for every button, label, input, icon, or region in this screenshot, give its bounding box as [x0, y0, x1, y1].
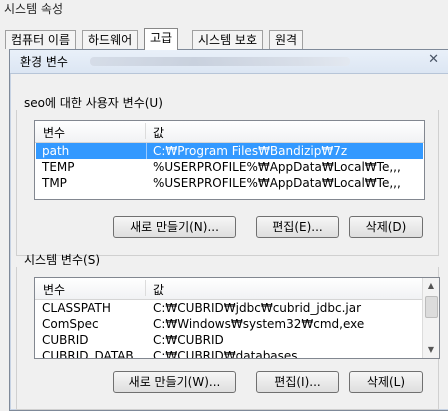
- dialog-title: 환경 변수: [20, 55, 68, 69]
- window-title: 시스템 속성: [4, 2, 64, 16]
- close-icon[interactable]: ✕: [428, 52, 439, 67]
- variable-name: TMP: [42, 176, 67, 190]
- blurred-text: [90, 57, 350, 66]
- variable-value: C:₩Program Files₩Bandizip₩7z: [153, 144, 348, 158]
- column-separator[interactable]: [145, 280, 146, 296]
- list-header: 변수 값: [35, 121, 424, 143]
- tab-computer-name[interactable]: 컴퓨터 이름: [5, 30, 77, 49]
- system-new-button[interactable]: 새로 만들기(W)...: [113, 371, 236, 393]
- tab-hardware[interactable]: 하드웨어: [82, 30, 139, 49]
- variable-value: C:₩CUBRID₩databases: [153, 349, 298, 359]
- variable-name: CUBRID_DATAB: [42, 349, 134, 359]
- list-header: 변수 값: [35, 278, 423, 300]
- table-row-comspec[interactable]: ComSpec C:₩Windows₩system32₩cmd,exe: [36, 316, 421, 332]
- row-separator: [146, 143, 147, 159]
- variable-value: C:₩CUBRID: [153, 333, 224, 347]
- tab-system-protection[interactable]: 시스템 보호: [192, 30, 264, 49]
- dialog-titlebar[interactable]: 환경 변수 ✕: [10, 50, 448, 74]
- user-new-button[interactable]: 새로 만들기(N)...: [113, 216, 236, 238]
- variable-value: %USERPROFILE%₩AppData₩Local₩Te,,,: [153, 160, 401, 174]
- scroll-up-icon[interactable]: ▲: [423, 278, 439, 294]
- list-scrollbar[interactable]: ▲ ▼: [422, 278, 439, 358]
- variable-name: TEMP: [42, 160, 75, 174]
- variable-name: CUBRID: [42, 333, 89, 347]
- column-header-name[interactable]: 변수: [43, 124, 65, 141]
- table-row-classpath[interactable]: CLASSPATH C:₩CUBRID₩jdbc₩cubrid_jdbc.jar: [36, 300, 421, 316]
- tab-advanced[interactable]: 고급: [144, 28, 179, 50]
- variable-name: path: [42, 144, 70, 158]
- table-row-tmp[interactable]: TMP %USERPROFILE%₩AppData₩Local₩Te,,,: [36, 175, 423, 191]
- user-variables-list[interactable]: 변수 값 path C:₩Program Files₩Bandizip₩7z T…: [34, 120, 425, 200]
- scroll-down-icon[interactable]: ▼: [423, 342, 439, 358]
- column-separator[interactable]: [145, 123, 146, 139]
- table-row-cubrid[interactable]: CUBRID C:₩CUBRID: [36, 332, 421, 348]
- system-variables-label: 시스템 변수(S): [24, 253, 100, 267]
- column-header-value[interactable]: 값: [153, 124, 164, 141]
- user-variables-label: seo에 대한 사용자 변수(U): [24, 96, 163, 110]
- scroll-thumb[interactable]: [425, 296, 438, 318]
- system-edit-button[interactable]: 편집(I)...: [256, 371, 339, 393]
- system-variables-list[interactable]: 변수 값 CLASSPATH C:₩CUBRID₩jdbc₩cubrid_jdb…: [34, 277, 440, 359]
- column-header-value[interactable]: 값: [153, 281, 164, 298]
- table-row-path[interactable]: path C:₩Program Files₩Bandizip₩7z: [36, 143, 423, 159]
- table-row-cubrid-databases[interactable]: CUBRID_DATAB C:₩CUBRID₩databases: [36, 348, 421, 359]
- user-edit-button[interactable]: 편집(E)...: [256, 216, 339, 238]
- variable-value: C:₩CUBRID₩jdbc₩cubrid_jdbc.jar: [153, 301, 362, 315]
- variable-value: C:₩Windows₩system32₩cmd,exe: [153, 317, 365, 331]
- column-header-name[interactable]: 변수: [43, 281, 65, 298]
- table-row-temp[interactable]: TEMP %USERPROFILE%₩AppData₩Local₩Te,,,: [36, 159, 423, 175]
- user-delete-button[interactable]: 삭제(D): [349, 216, 423, 238]
- environment-variables-dialog: 환경 변수 ✕ seo에 대한 사용자 변수(U) 변수 값 path C:₩P…: [9, 49, 448, 411]
- system-delete-button[interactable]: 삭제(L): [349, 371, 423, 393]
- variable-name: ComSpec: [42, 317, 99, 331]
- variable-value: %USERPROFILE%₩AppData₩Local₩Te,,,: [153, 176, 401, 190]
- tab-remote[interactable]: 원격: [269, 30, 304, 49]
- variable-name: CLASSPATH: [42, 301, 111, 315]
